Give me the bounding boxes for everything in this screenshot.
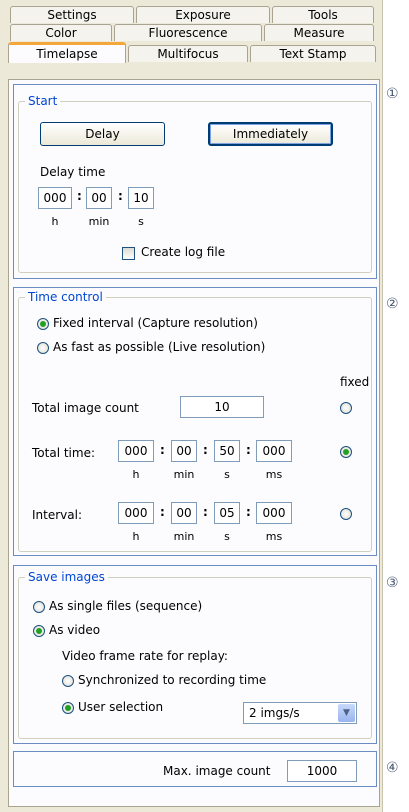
chevron-down-icon[interactable]: ▼ <box>338 704 355 722</box>
interval-minutes-field[interactable]: 00 <box>171 502 197 524</box>
fixed-column-header: fixed <box>340 375 370 389</box>
fixed-interval-radio[interactable] <box>37 318 49 330</box>
max-image-count-field[interactable]: 1000 <box>287 760 357 782</box>
unit-min-label: min <box>173 468 195 481</box>
unit-h-label: h <box>132 468 140 481</box>
unit-ms-label: ms <box>265 468 283 481</box>
synchronized-radio[interactable] <box>62 675 74 687</box>
as-fast-label: As fast as possible (Live resolution) <box>53 340 266 354</box>
separator: : <box>246 443 251 457</box>
fixed-interval-time-radio[interactable] <box>340 508 352 520</box>
fixed-interval-label: Fixed interval (Capture resolution) <box>53 316 258 330</box>
unit-s-label: s <box>138 215 144 228</box>
interval-seconds-field[interactable]: 05 <box>214 502 240 524</box>
start-legend: Start <box>25 94 61 108</box>
unit-h-label: h <box>51 215 59 228</box>
unit-s-label: s <box>224 530 230 543</box>
as-video-radio[interactable] <box>33 625 45 637</box>
user-selection-label: User selection <box>78 700 164 714</box>
marker-number-4: ④ <box>386 760 399 776</box>
unit-min-label: min <box>173 530 195 543</box>
max-image-count-label: Max. image count <box>163 764 271 778</box>
separator: : <box>118 189 123 203</box>
tab-text-stamp[interactable]: Text Stamp <box>250 45 376 62</box>
interval-hours-field[interactable]: 000 <box>118 502 154 524</box>
unit-ms-label: ms <box>265 530 283 543</box>
immediately-button[interactable]: Immediately <box>208 122 333 146</box>
tab-timelapse[interactable]: Timelapse <box>8 42 126 63</box>
frame-rate-select-value: 2 imgs/s <box>249 706 300 720</box>
delay-hours-field[interactable]: 000 <box>38 187 72 209</box>
total-image-count-label: Total image count <box>32 401 139 415</box>
total-image-count-field[interactable]: 10 <box>180 396 264 418</box>
create-log-file-label: Create log file <box>141 245 226 259</box>
tab-color[interactable]: Color <box>10 24 112 41</box>
tab-exposure[interactable]: Exposure <box>136 6 270 23</box>
total-time-hours-field[interactable]: 000 <box>118 440 154 462</box>
separator: : <box>77 189 82 203</box>
unit-s-label: s <box>224 468 230 481</box>
frame-rate-select[interactable]: 2 imgs/s ▼ <box>243 702 357 724</box>
user-selection-radio[interactable] <box>62 702 74 714</box>
save-images-legend: Save images <box>25 570 108 584</box>
as-video-label: As video <box>49 623 101 637</box>
time-control-legend: Time control <box>25 290 106 304</box>
marker-number-2: ② <box>386 296 399 312</box>
delay-button[interactable]: Delay <box>40 122 165 146</box>
single-files-label: As single files (sequence) <box>49 599 203 613</box>
separator: : <box>203 505 208 519</box>
delay-time-label: Delay time <box>40 165 106 179</box>
unit-h-label: h <box>132 530 140 543</box>
as-fast-radio[interactable] <box>37 342 49 354</box>
tab-measure[interactable]: Measure <box>264 24 374 41</box>
interval-label: Interval: <box>32 508 82 522</box>
total-time-seconds-field[interactable]: 50 <box>214 440 240 462</box>
total-time-ms-field[interactable]: 000 <box>256 440 292 462</box>
synchronized-label: Synchronized to recording time <box>78 673 267 687</box>
single-files-radio[interactable] <box>33 601 45 613</box>
total-time-label: Total time: <box>32 446 95 460</box>
separator: : <box>160 505 165 519</box>
total-time-minutes-field[interactable]: 00 <box>171 440 197 462</box>
separator: : <box>246 505 251 519</box>
fixed-image-count-radio[interactable] <box>340 402 352 414</box>
tab-tools[interactable]: Tools <box>272 6 374 23</box>
interval-ms-field[interactable]: 000 <box>256 502 292 524</box>
create-log-file-checkbox[interactable] <box>122 247 135 260</box>
fixed-total-time-radio[interactable] <box>340 446 352 458</box>
marker-number-3: ③ <box>386 575 399 591</box>
marker-number-1: ① <box>386 86 399 102</box>
frame-rate-label: Video frame rate for replay: <box>62 649 228 663</box>
delay-seconds-field[interactable]: 10 <box>128 187 154 209</box>
unit-min-label: min <box>88 215 110 228</box>
tab-settings[interactable]: Settings <box>10 6 134 23</box>
delay-minutes-field[interactable]: 00 <box>86 187 112 209</box>
separator: : <box>203 443 208 457</box>
tab-multifocus[interactable]: Multifocus <box>128 45 248 62</box>
separator: : <box>160 443 165 457</box>
tab-fluorescence[interactable]: Fluorescence <box>114 24 262 41</box>
